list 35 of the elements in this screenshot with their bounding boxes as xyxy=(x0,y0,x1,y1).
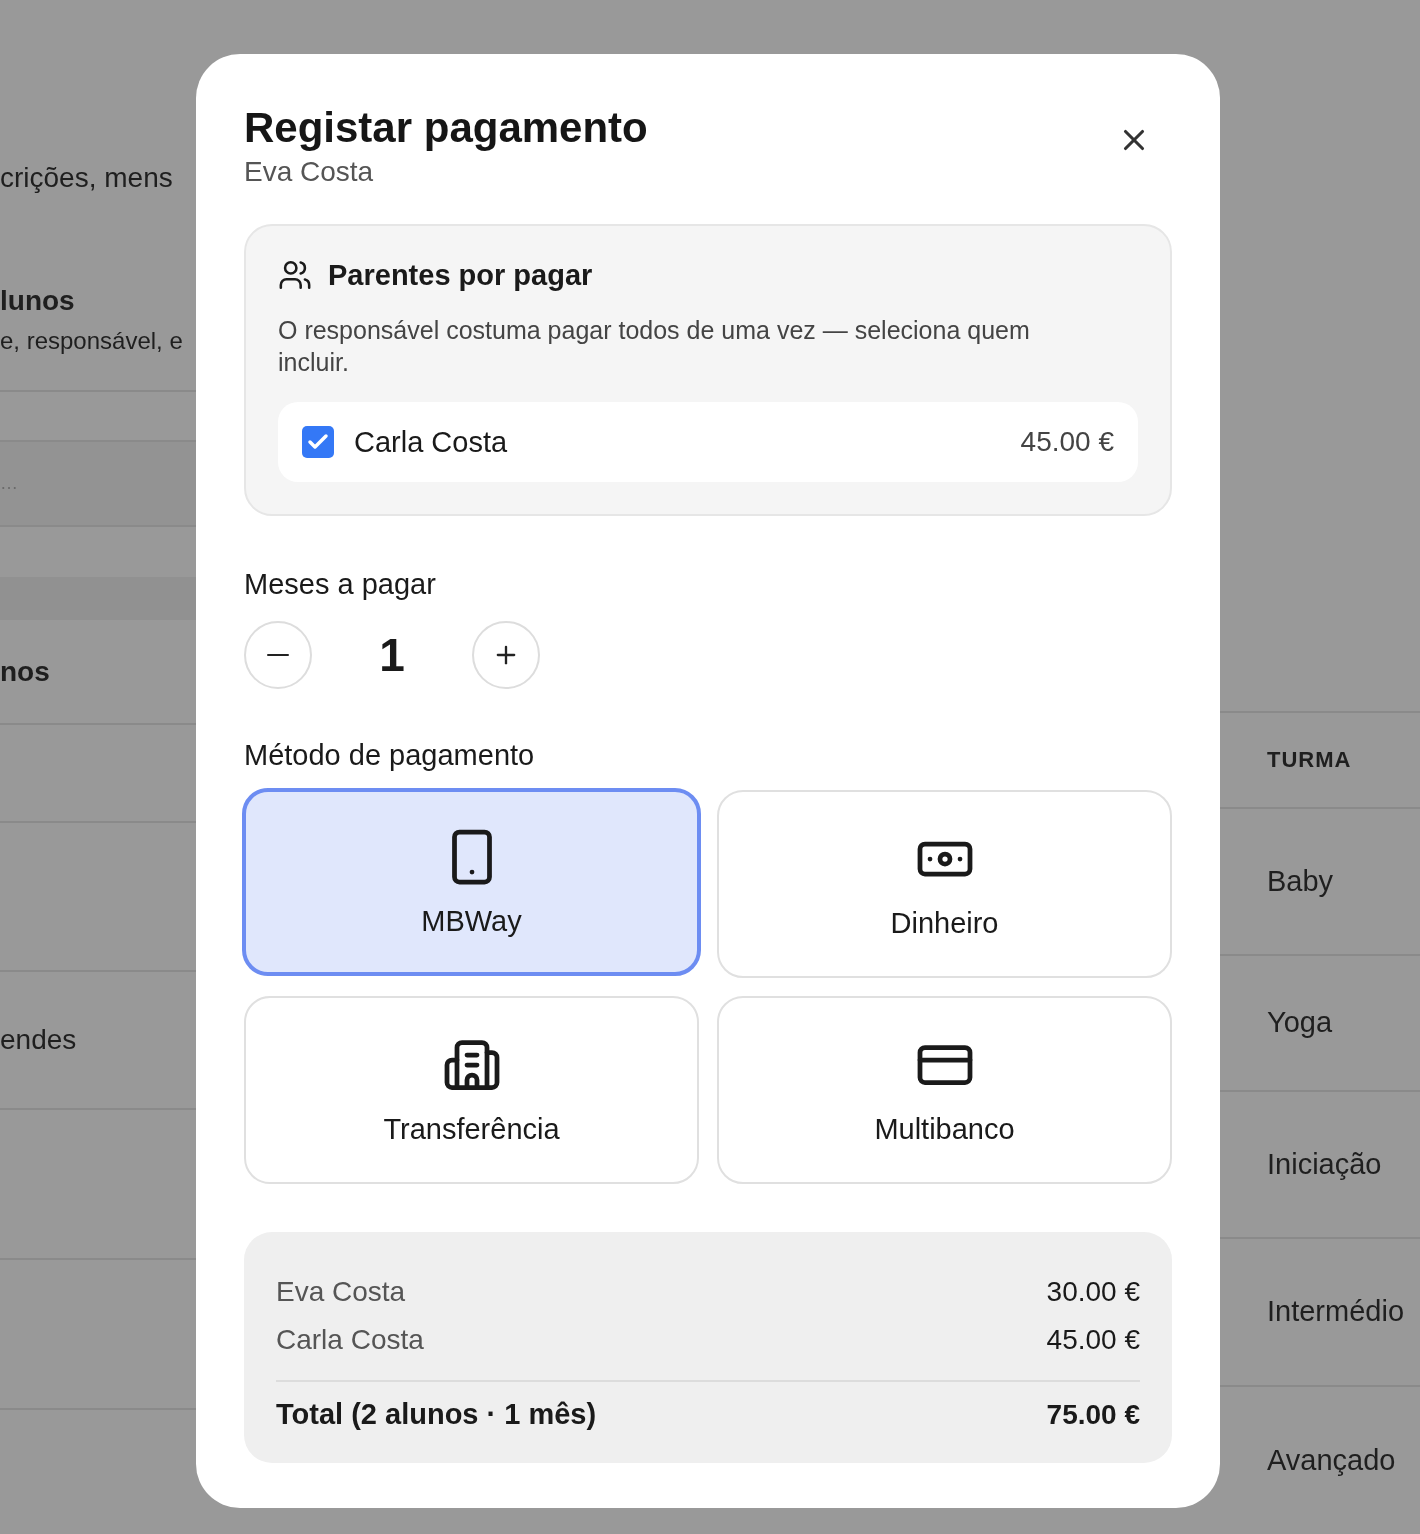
relative-amount: 45.00 € xyxy=(1020,426,1114,458)
summary-amount: 30.00 € xyxy=(1046,1276,1140,1308)
field-placeholder: … xyxy=(0,473,18,494)
list-title: nos xyxy=(0,655,50,688)
table-cell: Baby xyxy=(1267,865,1334,898)
payment-method-option[interactable]: Transferência xyxy=(244,996,699,1184)
student-name: endes xyxy=(0,1024,77,1056)
summary-name: Carla Costa xyxy=(276,1324,424,1356)
minus-icon xyxy=(267,654,289,656)
card-description: O responsável costuma pagar todos de uma vez — seleciona quem incluir. xyxy=(278,315,1031,378)
users-icon xyxy=(278,258,312,292)
payment-method-option[interactable]: Dinheiro xyxy=(717,790,1172,978)
table-cell: Yoga xyxy=(1267,1006,1333,1040)
checkbox[interactable] xyxy=(302,426,334,458)
months-label: Meses a pagar xyxy=(244,568,437,601)
table-cell: Iniciação xyxy=(1267,1147,1382,1181)
summary-name: Eva Costa xyxy=(276,1276,406,1308)
column-header: TURMA xyxy=(1267,747,1352,774)
dialog-subtitle: Eva Costa xyxy=(244,156,375,188)
total-amount: 75.00 € xyxy=(1046,1398,1140,1431)
card-title: Parentes por pagar xyxy=(328,258,593,292)
section-title: lunos xyxy=(0,285,76,317)
page-description: crições, mens xyxy=(0,162,173,194)
relative-name: Carla Costa xyxy=(354,425,509,459)
section-subtitle: e, responsável, e xyxy=(0,327,183,355)
months-value: 1 xyxy=(378,628,406,682)
table-cell: Avançado xyxy=(1267,1443,1396,1477)
table-cell: Intermédio xyxy=(1267,1295,1404,1329)
method-label: Método de pagamento xyxy=(244,739,536,772)
summary-amount: 45.00 € xyxy=(1046,1324,1140,1356)
payment-method-option[interactable]: MBWay xyxy=(242,788,701,976)
payment-method-option[interactable]: Multibanco xyxy=(717,996,1172,1184)
relative-row[interactable]: Carla Costa 45.00 € xyxy=(278,402,1138,482)
total-label: Total (2 alunos · 1 mês) xyxy=(276,1398,597,1431)
dialog-title: Registar pagamento xyxy=(244,103,648,153)
